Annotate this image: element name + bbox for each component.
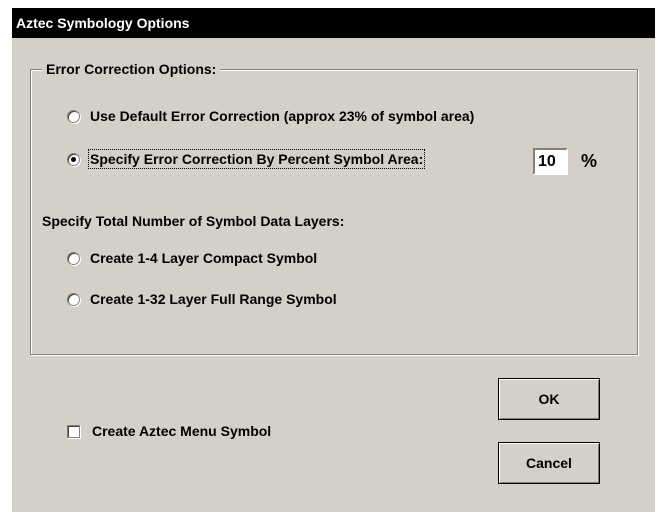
cancel-button[interactable]: Cancel <box>498 442 600 484</box>
aztec-menu-symbol-label: Create Aztec Menu Symbol <box>92 423 272 439</box>
dialog-title-bar: Aztec Symbology Options <box>12 8 655 38</box>
default-error-correction-label: Use Default Error Correction (approx 23%… <box>90 108 475 124</box>
error-correction-group-label: Error Correction Options: <box>42 60 221 78</box>
default-error-correction-radio[interactable]: Use Default Error Correction (approx 23%… <box>67 108 474 124</box>
percent-area-input[interactable] <box>533 148 568 175</box>
dialog-title: Aztec Symbology Options <box>16 15 190 31</box>
checkbox-box[interactable] <box>67 424 80 438</box>
compact-layer-label: Create 1-4 Layer Compact Symbol <box>90 250 318 266</box>
layers-heading: Specify Total Number of Symbol Data Laye… <box>42 213 345 229</box>
full-range-layer-label: Create 1-32 Layer Full Range Symbol <box>90 291 337 307</box>
compact-layer-radio[interactable]: Create 1-4 Layer Compact Symbol <box>67 250 317 266</box>
aztec-menu-symbol-checkbox[interactable]: Create Aztec Menu Symbol <box>67 423 271 439</box>
percent-sign: % <box>581 151 598 171</box>
percent-error-correction-label: Specify Error Correction By Percent Symb… <box>87 149 426 169</box>
percent-error-correction-radio[interactable]: Specify Error Correction By Percent Symb… <box>67 149 426 169</box>
radio-indicator[interactable] <box>67 109 80 123</box>
aztec-options-dialog: Aztec Symbology Options Error Correction… <box>12 8 655 512</box>
radio-indicator[interactable] <box>67 251 80 265</box>
full-range-layer-radio[interactable]: Create 1-32 Layer Full Range Symbol <box>67 291 337 307</box>
ok-button[interactable]: OK <box>498 378 600 420</box>
radio-indicator-selected[interactable] <box>67 152 80 166</box>
radio-indicator[interactable] <box>67 292 80 306</box>
